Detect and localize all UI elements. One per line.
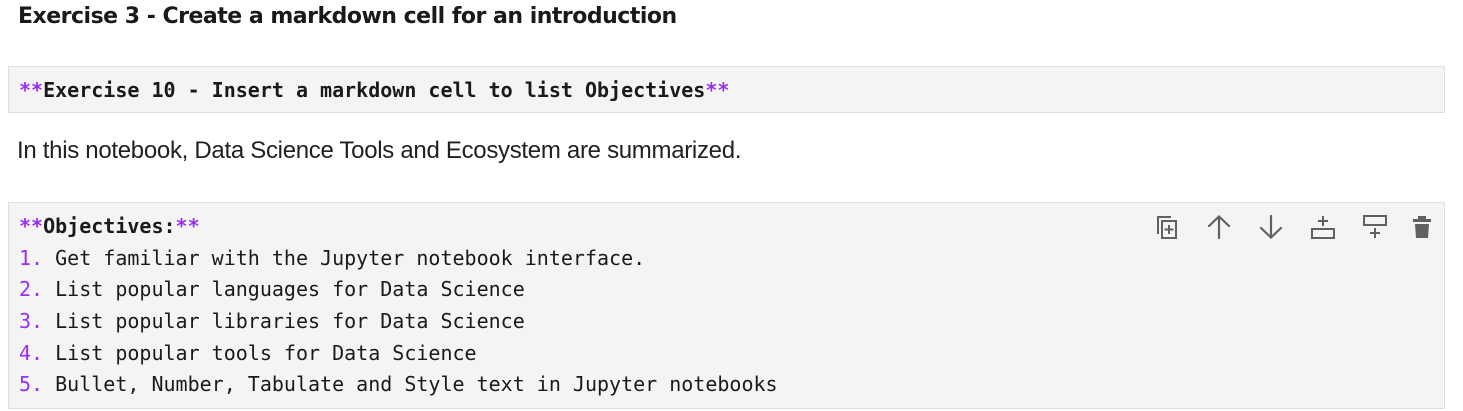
move-up-button[interactable]	[1199, 213, 1239, 241]
move-up-icon	[1207, 214, 1231, 240]
insert-cell-below-icon	[1363, 215, 1387, 238]
insert-cell-above-button[interactable]	[1303, 213, 1343, 241]
delete-cell-button[interactable]	[1407, 213, 1437, 241]
exercise10-text: Exercise 10 - Insert a markdown cell to …	[43, 78, 706, 102]
move-down-icon	[1259, 214, 1283, 240]
duplicate-cell-icon	[1157, 216, 1177, 239]
delete-cell-icon	[1413, 216, 1431, 238]
list-number: 5.	[19, 372, 44, 397]
markdown-cell-exercise10[interactable]: **Exercise 10 - Insert a markdown cell t…	[8, 66, 1445, 113]
section-heading: Exercise 3 - Create a markdown cell for …	[18, 4, 677, 29]
intro-paragraph: In this notebook, Data Science Tools and…	[17, 137, 742, 164]
list-item: 3. List popular libraries for Data Scien…	[19, 306, 1444, 338]
list-number: 3.	[19, 309, 44, 334]
cell-line: **Exercise 10 - Insert a markdown cell t…	[19, 78, 1444, 103]
markdown-bold-open: **	[19, 214, 44, 238]
list-number: 1.	[19, 245, 44, 270]
list-item: 2. List popular languages for Data Scien…	[19, 274, 1444, 306]
markdown-cell-objectives[interactable]: **Objectives:** 1. Get familiar with the…	[8, 202, 1445, 409]
markdown-bold-open: **	[19, 78, 44, 102]
list-item-text: List popular languages for Data Science	[43, 277, 525, 302]
list-item-text: List popular tools for Data Science	[43, 340, 477, 365]
move-down-button[interactable]	[1251, 213, 1291, 241]
list-item: 4. List popular tools for Data Science	[19, 338, 1444, 370]
duplicate-cell-button[interactable]	[1147, 213, 1187, 241]
list-item: 5. Bullet, Number, Tabulate and Style te…	[19, 369, 1444, 401]
insert-cell-above-icon	[1311, 216, 1335, 239]
list-number: 2.	[19, 277, 44, 302]
markdown-bold-close: **	[175, 214, 200, 238]
list-item-text: Bullet, Number, Tabulate and Style text …	[43, 372, 778, 397]
insert-cell-below-button[interactable]	[1355, 213, 1395, 241]
list-item: 1. Get familiar with the Jupyter noteboo…	[19, 243, 1444, 275]
objectives-title: Objectives:	[43, 214, 176, 238]
list-item-text: List popular libraries for Data Science	[43, 309, 525, 334]
list-number: 4.	[19, 340, 44, 365]
list-item-text: Get familiar with the Jupyter notebook i…	[43, 245, 646, 270]
markdown-bold-close: **	[705, 78, 730, 102]
cell-toolbar	[1147, 213, 1437, 241]
